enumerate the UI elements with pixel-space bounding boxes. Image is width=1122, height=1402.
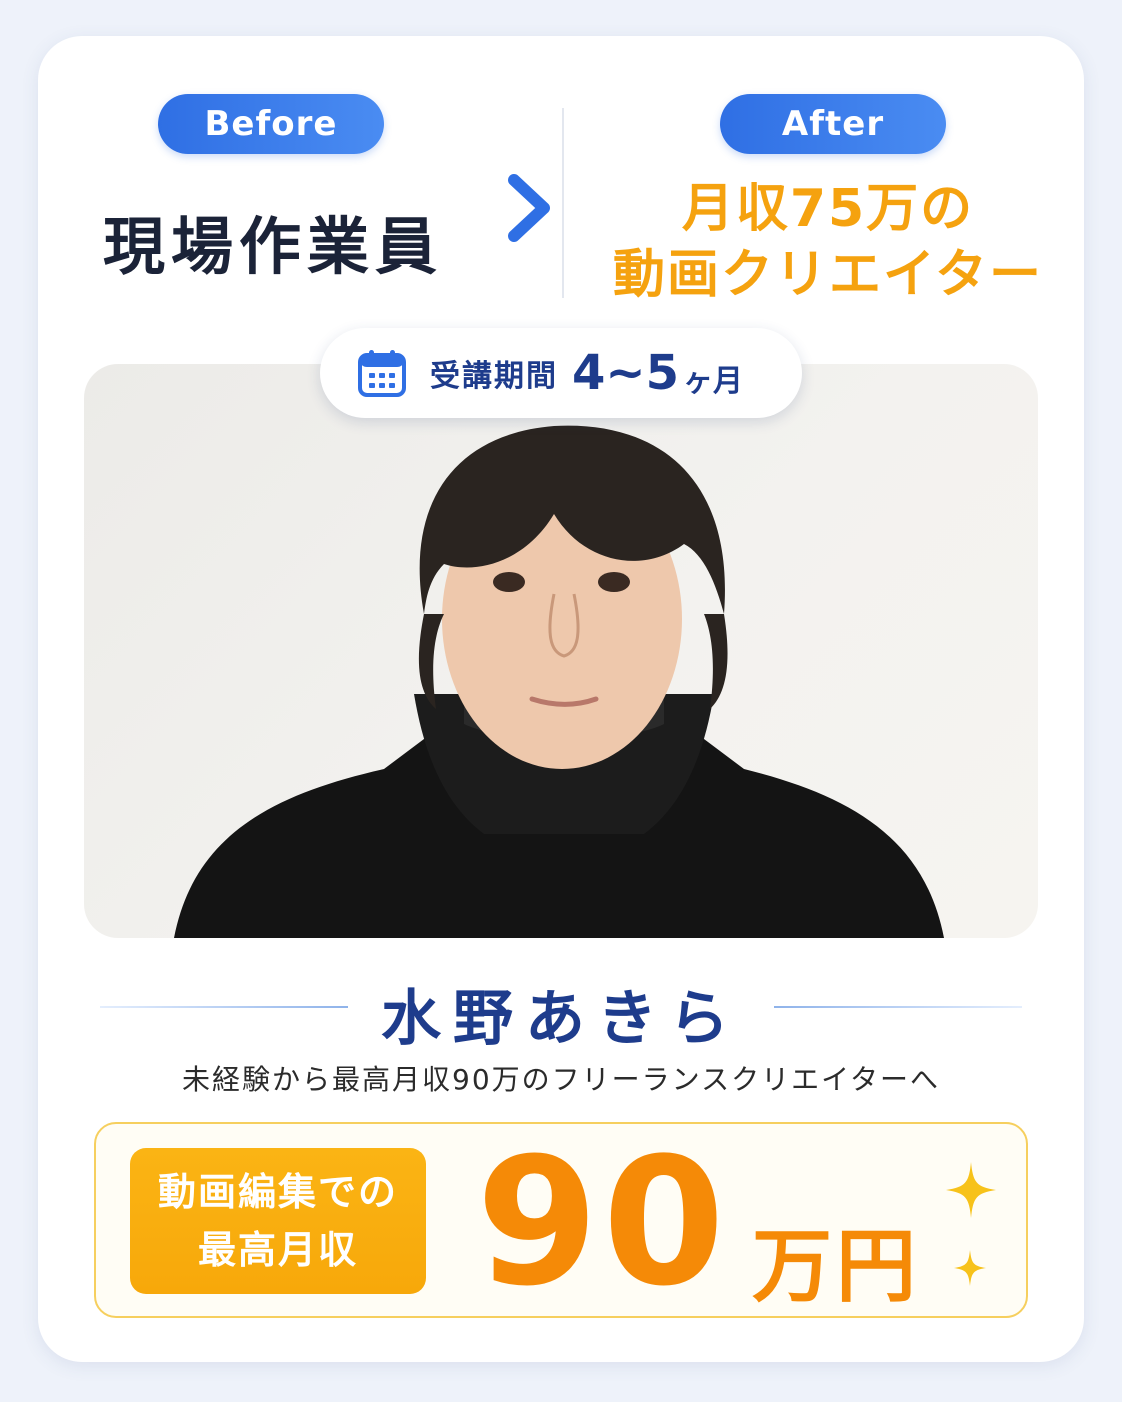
course-period-value: 4~5 (572, 345, 680, 401)
income-label-line-1: 動画編集での (157, 1170, 398, 1214)
after-result: 月収75万の 動画クリエイター (598, 176, 1058, 308)
income-value: 90 (476, 1120, 729, 1325)
course-period-unit: ヶ月 (683, 364, 744, 399)
income-unit: 万円 (752, 1220, 920, 1313)
arrow-right-icon (462, 174, 550, 242)
person-name: 水野あきら (381, 984, 741, 1054)
income-label-line-2: 最高月収 (197, 1228, 358, 1272)
name-divider-left (100, 1006, 348, 1008)
person-illustration (174, 425, 944, 938)
income-label: 動画編集での 最高月収 (130, 1148, 426, 1294)
before-role: 現場作業員 (102, 210, 443, 283)
course-period-label: 受講期間 (430, 359, 558, 394)
after-line-1: 月収75万の (681, 179, 975, 239)
course-period-pill: 受講期間 4~5 ヶ月 (320, 328, 802, 418)
person-subtitle: 未経験から最高月収90万のフリーランスクリエイターへ (182, 1063, 940, 1096)
sparkle-icon (954, 1250, 986, 1286)
income-highlight: 動画編集での 最高月収 90 万円 (94, 1120, 1028, 1325)
after-line-2: 動画クリエイター (613, 245, 1043, 305)
before-badge: Before (158, 94, 384, 154)
name-divider-right (774, 1006, 1022, 1008)
testimonial-card: Before After 現場作業員 月収75万の 動画クリエイター 受講期間 … (38, 36, 1084, 1362)
sparkle-icon (946, 1162, 996, 1218)
calendar-icon (358, 350, 406, 397)
before-after-divider (562, 108, 564, 298)
profile-photo (84, 364, 1038, 938)
after-badge: After (720, 94, 946, 154)
name-row: 水野あきら (100, 970, 1022, 1054)
